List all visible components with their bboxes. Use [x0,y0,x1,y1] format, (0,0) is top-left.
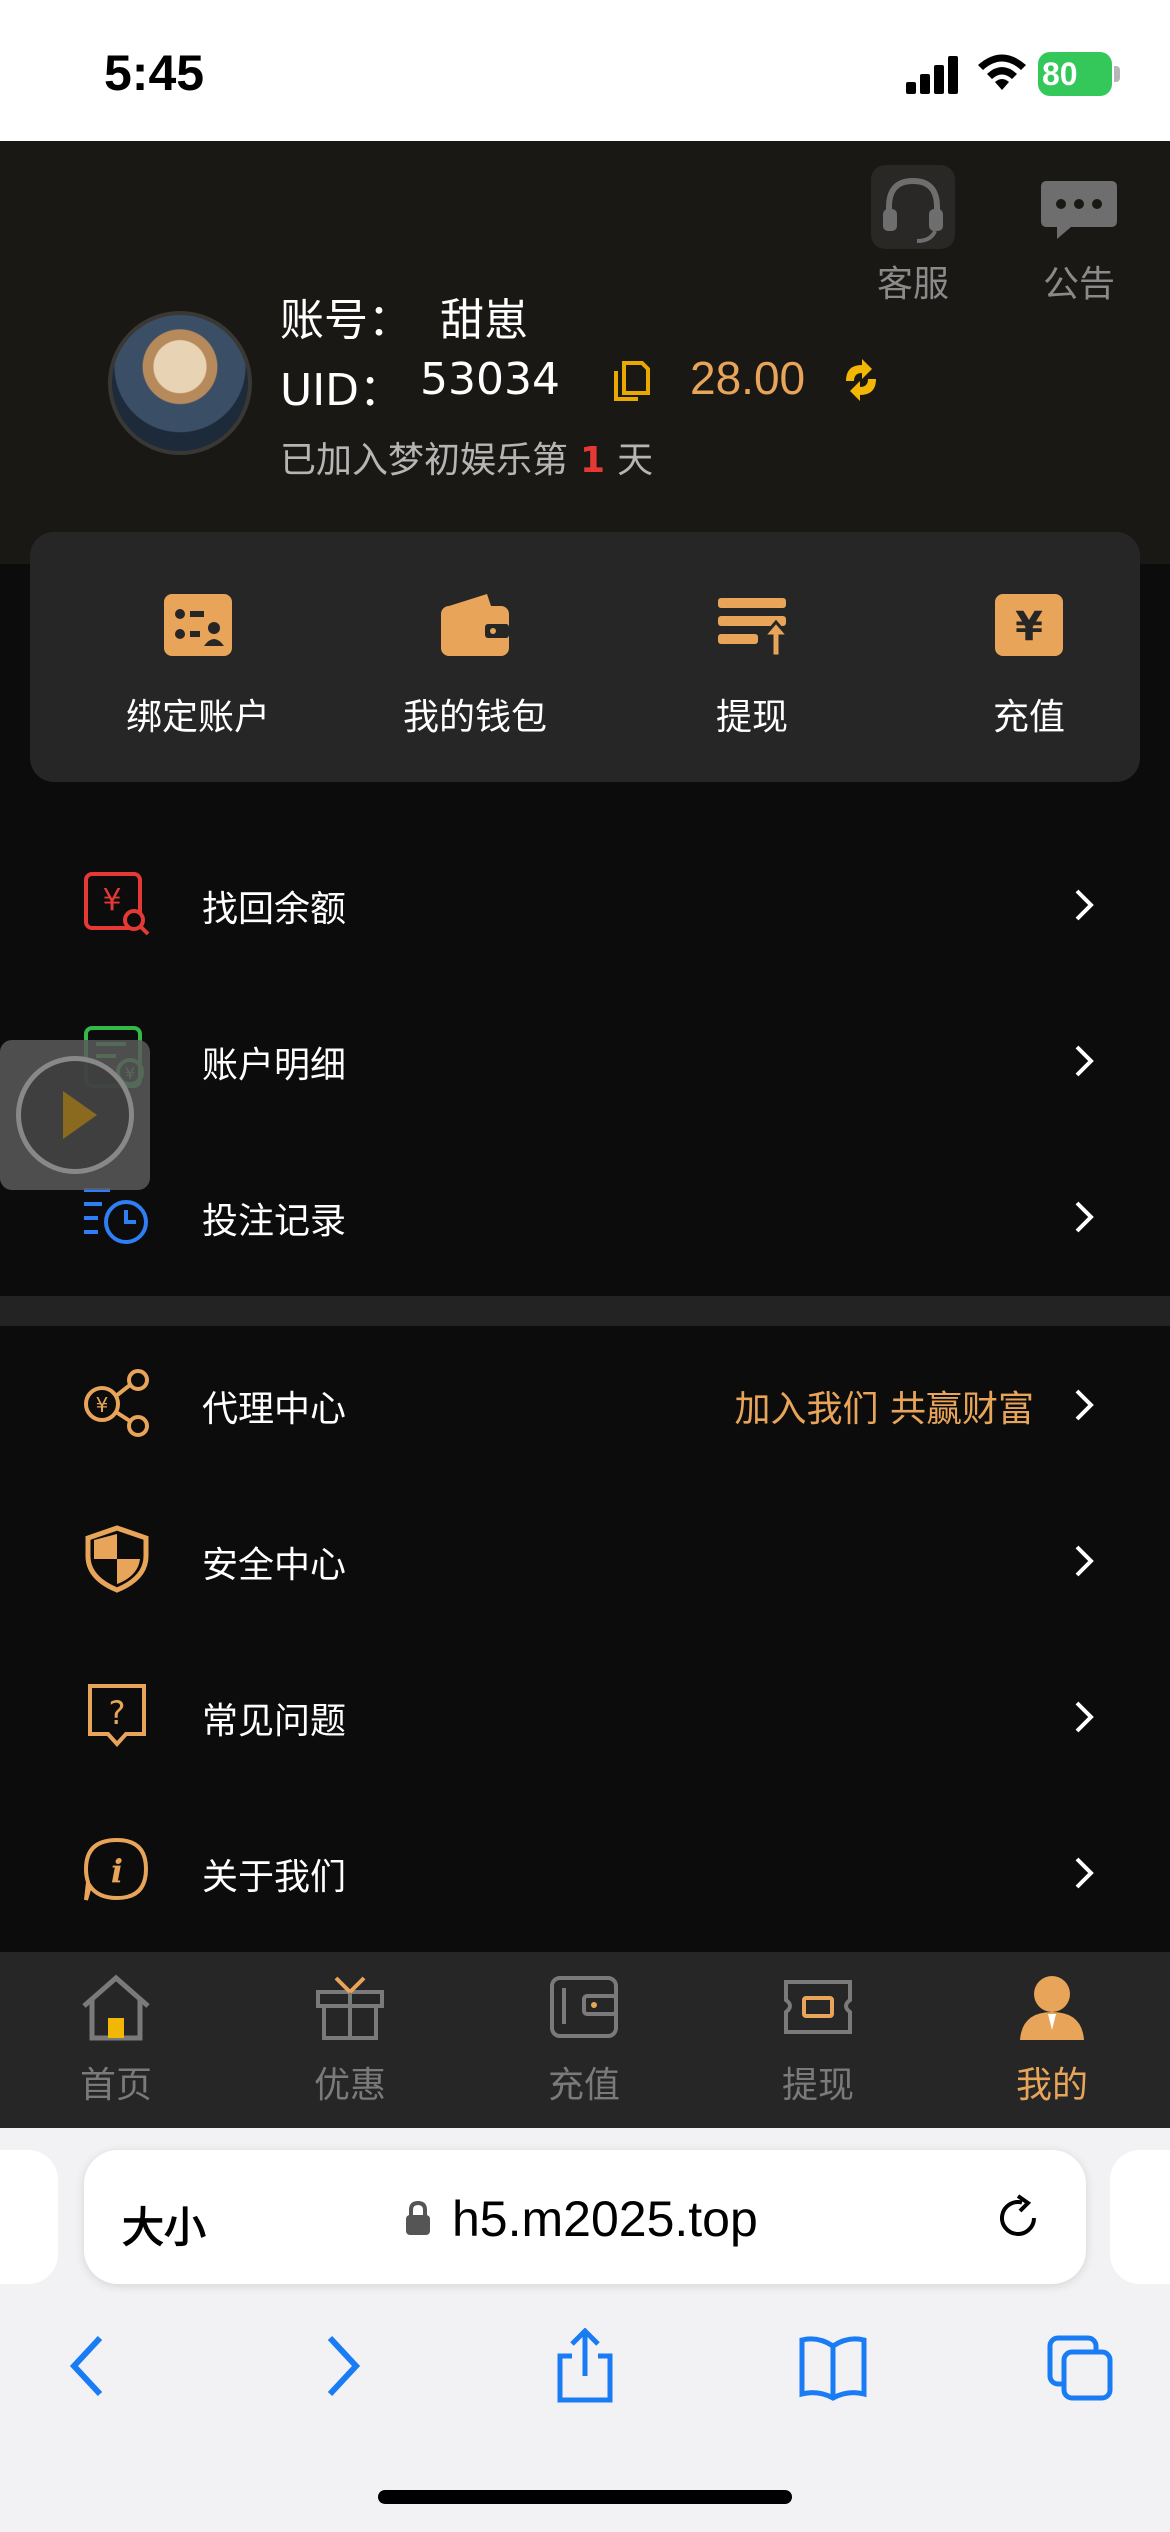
recharge-button[interactable]: ¥ 充值 [909,592,1149,740]
info-icon: i [83,1837,149,1901]
profile-icon [1020,1976,1084,2040]
wifi-icon [978,54,1026,90]
svg-text:¥: ¥ [1015,604,1043,650]
recover-balance-icon: ¥ [84,872,150,936]
balance-amount: 28.00 [690,352,806,404]
status-time: 5:45 [104,45,205,101]
cellular-signal-icon [906,56,958,94]
joined-days-count: 1 [580,440,606,481]
tab-promotions[interactable]: 优惠 [270,1972,430,2108]
bottom-tab-bar: 首页 优惠 充值 提现 我的 [0,1952,1170,2128]
announcement-button[interactable]: 公告 [1024,165,1134,307]
chevron-right-icon [1075,1545,1094,1577]
battery-level: 80 [1042,56,1078,92]
back-icon[interactable] [54,2328,124,2404]
uid-label: UID： [280,365,404,416]
customer-service-button[interactable]: 客服 [858,165,968,307]
svg-text:¥: ¥ [96,1393,109,1417]
profile-header: 客服 公告 账号： 甜崽 UID： 53034 28.00 已加入梦初娱乐第 1 天 [0,141,1170,564]
text-size-button[interactable]: 大小 [122,2194,206,2255]
tab-withdraw[interactable]: 提现 [738,1972,898,2108]
refresh-balance-icon[interactable] [836,355,886,405]
chevron-right-icon [1075,1201,1094,1233]
svg-text:¥: ¥ [102,883,121,918]
home-icon [82,1974,150,2041]
browser-toolbar: 大小 h5.m2025.top [0,2128,1170,2532]
tab-recharge[interactable]: 充值 [504,1972,664,2108]
chevron-right-icon [1075,1857,1094,1889]
tabs-icon[interactable] [1046,2328,1116,2404]
recharge-tab-icon [550,1976,618,2038]
account-label: 账号： [280,295,412,346]
menu-item-security-center[interactable]: 安全中心 [0,1482,1170,1638]
play-icon [63,1091,97,1139]
joined-days-text: 已加入梦初娱乐第 1 天 [280,440,654,481]
svg-text:i: i [111,1852,123,1890]
tab-profile[interactable]: 我的 [972,1972,1132,2108]
status-bar: 5:45 80 [0,0,1170,141]
section-divider [0,1296,1170,1326]
address-bar[interactable]: 大小 h5.m2025.top [84,2150,1086,2284]
withdraw-button[interactable]: 提现 [632,592,872,740]
previous-tab-preview[interactable] [0,2150,58,2284]
account-row: 账号： 甜崽 [280,284,528,348]
menu-item-about-us[interactable]: i 关于我们 [0,1794,1170,1950]
url-text: h5.m2025.top [452,2191,758,2247]
my-wallet-button[interactable]: 我的钱包 [355,592,595,740]
chevron-right-icon [1075,1389,1094,1421]
svg-text:?: ? [109,1694,126,1732]
question-icon: ? [88,1684,146,1747]
copy-icon[interactable] [612,359,652,403]
forward-icon[interactable] [306,2328,376,2404]
menu-item-faq[interactable]: ? 常见问题 [0,1638,1170,1794]
home-indicator[interactable] [378,2490,792,2504]
chevron-right-icon [1075,1701,1094,1733]
menu-item-bet-records[interactable]: 投注记录 [0,1138,1170,1294]
recharge-icon: ¥ [995,594,1063,656]
bind-account-button[interactable]: 绑定账户 [78,592,318,740]
wallet-icon [441,594,509,656]
menu-item-account-details[interactable]: ¥ 账户明细 [0,982,1170,1138]
withdraw-tab-icon [784,1980,852,2034]
gift-icon [316,1976,384,2040]
bet-records-icon [84,1188,148,1244]
account-value: 甜崽 [440,295,528,346]
menu-item-recover-balance[interactable]: ¥ 找回余额 [0,826,1170,982]
menu-item-agent-center[interactable]: ¥ 代理中心 加入我们 共赢财富 [0,1326,1170,1482]
message-bubble-icon [1041,181,1117,239]
announcement-label: 公告 [1042,264,1115,305]
agent-center-icon: ¥ [84,1369,149,1437]
headset-icon [871,165,955,249]
uid-value: 53034 [420,354,560,405]
lock-icon [406,2200,430,2235]
battery-icon: 80 [1038,52,1120,96]
withdraw-icon [718,598,792,658]
chevron-right-icon [1075,1045,1094,1077]
floating-play-button[interactable] [0,1040,150,1190]
next-tab-preview[interactable] [1110,2150,1170,2284]
reload-icon[interactable] [992,2192,1044,2244]
quick-actions-card: 绑定账户 我的钱包 提现 ¥ 充值 [30,532,1140,782]
shield-icon [85,1525,149,1593]
bind-account-icon [164,594,232,656]
bookmarks-icon[interactable] [798,2328,868,2404]
customer-service-label: 客服 [876,264,949,305]
agent-center-promo: 加入我们 共赢财富 [734,1389,1034,1430]
share-icon[interactable] [550,2328,620,2404]
chevron-right-icon [1075,889,1094,921]
tab-home[interactable]: 首页 [36,1972,196,2108]
avatar[interactable] [108,311,252,455]
